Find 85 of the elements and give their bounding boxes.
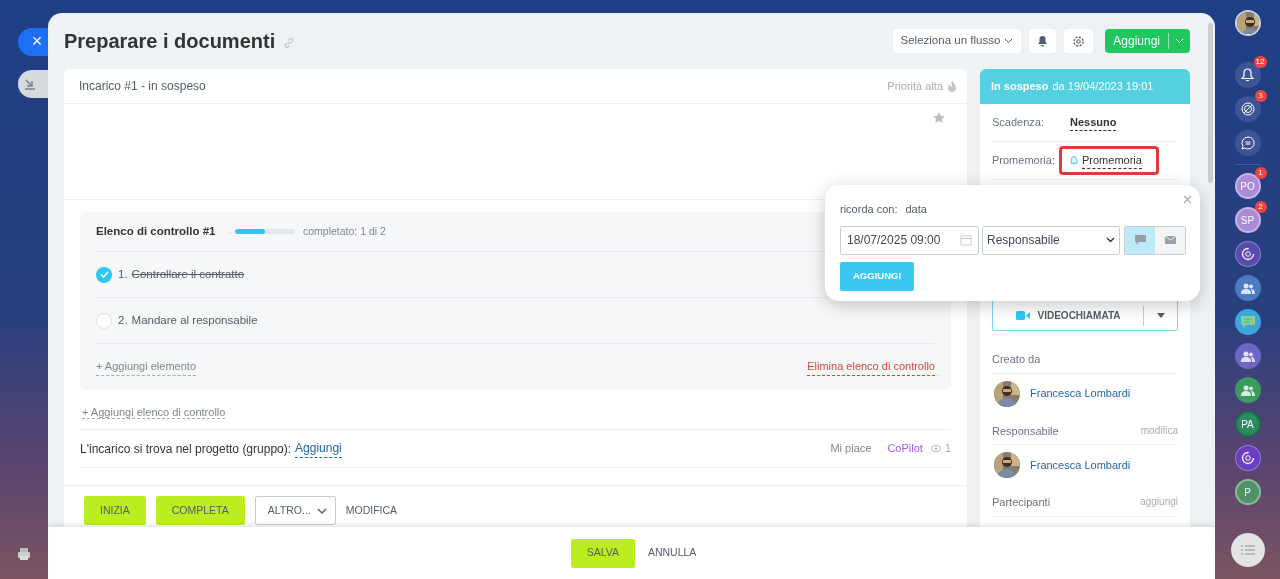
channel-avatar[interactable] [1234, 241, 1261, 267]
settings-icon [1072, 34, 1086, 48]
item-number: 2. [118, 312, 128, 328]
flow-select[interactable]: Seleziona un flusso [892, 29, 1022, 53]
chevron-down-icon [1004, 38, 1014, 44]
menu-icon [1240, 545, 1255, 555]
badge: 2 [1254, 201, 1267, 213]
add-item-link[interactable]: + Aggiungi elemento [96, 358, 196, 376]
section-title: Responsabile [992, 423, 1059, 439]
add-checklist-link[interactable]: + Aggiungi elenco di controllo [82, 406, 226, 419]
chevron-down-icon [316, 507, 327, 514]
item-number: 1. [118, 266, 128, 282]
contact-avatar[interactable]: P [1234, 479, 1261, 505]
people-icon [1240, 350, 1255, 362]
reminder-label: ricorda con: [840, 203, 898, 215]
reminder-mode[interactable]: data [905, 203, 927, 215]
checklist-title: Elenco di controllo #1 [96, 223, 217, 239]
swirl-icon [1240, 451, 1255, 465]
printer-icon[interactable] [17, 547, 31, 561]
chevron-down-icon [1106, 237, 1115, 243]
badge: 1 [1254, 167, 1267, 179]
chat-icon [1134, 235, 1146, 245]
reminder-label: Promemoria: [992, 153, 1056, 169]
group-avatar[interactable] [1234, 377, 1261, 403]
badge: 3 [1254, 90, 1267, 102]
delete-checklist-link[interactable]: Elimina elenco di controllo [807, 358, 935, 376]
menu-button[interactable] [1230, 533, 1265, 567]
group-avatar[interactable] [1234, 343, 1261, 369]
star-icon[interactable] [933, 112, 945, 124]
section-title: Partecipanti [992, 495, 1051, 510]
collapse-button[interactable] [18, 70, 50, 98]
settings-button[interactable] [1064, 29, 1094, 53]
checkbox[interactable] [96, 266, 112, 283]
chat-icon [1240, 136, 1255, 150]
edit-link[interactable]: MODIFICA [345, 502, 398, 519]
notification-button[interactable] [1029, 29, 1057, 53]
people-icon [1240, 282, 1255, 294]
eye-icon [930, 445, 941, 452]
message-avatar[interactable] [1234, 309, 1261, 335]
cancel-link[interactable]: ANNULLA [647, 545, 697, 561]
more-dropdown[interactable]: ALTRO... [254, 496, 336, 525]
swirl-icon [1240, 247, 1255, 261]
project-label: L'incarico si trova nel progetto (gruppo): [80, 440, 292, 458]
checkbox[interactable] [96, 312, 112, 329]
save-button[interactable]: SALVA [570, 538, 635, 568]
scrollbar[interactable] [1208, 23, 1213, 183]
bell-icon [1241, 68, 1254, 82]
view-count: 1 [944, 441, 951, 457]
task-status: Incarico #1 - in sospeso [79, 78, 206, 95]
target-icon [1240, 102, 1255, 116]
reminder-link[interactable]: Promemoria [1082, 151, 1142, 170]
video-call-button[interactable]: VIDEOCHIAMATA [992, 300, 1178, 331]
recipient-select[interactable]: Responsabile [982, 225, 1120, 255]
chat-button[interactable] [1234, 130, 1261, 156]
message-icon [1240, 316, 1255, 328]
action-button[interactable]: INIZIA [84, 496, 146, 525]
channel-avatar[interactable] [1234, 445, 1261, 471]
add-project-link[interactable]: Aggiungi [295, 439, 342, 458]
deadline-value[interactable]: Nessuno [1070, 113, 1117, 132]
like-link[interactable]: Mi piace [830, 440, 872, 457]
bell-icon [1037, 35, 1049, 47]
envelope-icon [1164, 236, 1176, 244]
copilot-link[interactable]: CoPilot [887, 440, 923, 457]
person-link[interactable]: Francesca Lombardi [1030, 456, 1131, 474]
section-title: Creato da [992, 352, 1041, 367]
check-icon [99, 271, 109, 278]
video-camera-icon [1015, 311, 1030, 320]
group-avatar[interactable] [1234, 275, 1261, 301]
checklist-item-text: Mandare al responsabile [131, 312, 258, 328]
progress-text: completato: 1 di 2 [303, 223, 386, 239]
notifications-button[interactable] [1234, 62, 1261, 88]
action-button[interactable]: COMPLETA [155, 496, 245, 525]
group-avatar[interactable]: PA [1234, 411, 1261, 437]
target-button[interactable] [1234, 96, 1261, 122]
task-title: Preparare i documenti [64, 29, 276, 53]
badge: 12 [1253, 56, 1267, 68]
person-link[interactable]: Francesca Lombardi [1030, 385, 1131, 402]
deadline-label: Scadenza: [992, 115, 1045, 131]
status-header: In sospeso da 19/04/2023 19:01 [980, 69, 1190, 104]
people-icon [1240, 384, 1255, 396]
checklist-item-text: Controllare il contratto [131, 266, 245, 282]
collapse-icon [24, 78, 36, 90]
caret-icon[interactable] [1156, 313, 1165, 318]
date-field[interactable]: 18/07/2025 09:00 [840, 225, 979, 255]
close-button[interactable]: × [18, 28, 50, 56]
